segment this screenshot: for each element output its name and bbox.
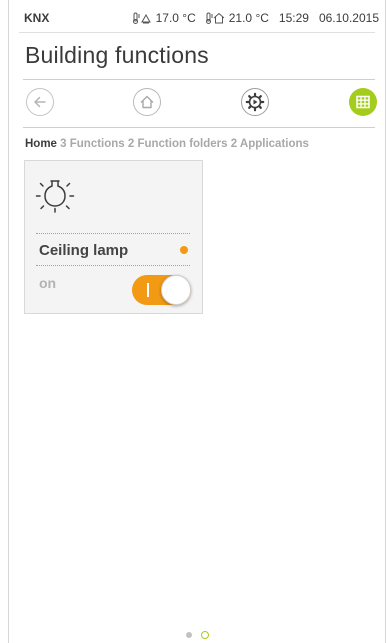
page-indicator (9, 631, 385, 639)
gear-icon (245, 92, 265, 112)
title-divider (23, 79, 375, 80)
indoor-temp-value: 21.0 °C (228, 11, 269, 25)
breadcrumb-summary: 3 Functions 2 Function folders 2 Applica… (56, 138, 309, 150)
card-state-label: on (39, 275, 57, 291)
nav-divider (23, 127, 375, 128)
outdoor-temperature: 17.0 °C (132, 11, 196, 25)
grid-icon (356, 95, 370, 109)
status-info: 17.0 °C 21.0 °C 15:29 06.10.2015 (132, 11, 379, 25)
clock: 15:29 (278, 11, 309, 25)
card-separator (36, 233, 190, 234)
back-button[interactable] (26, 88, 54, 116)
outdoor-thermometer-icon (132, 12, 151, 24)
brand-label: KNX (24, 11, 50, 25)
indoor-thermometer-icon (205, 12, 225, 24)
page-dot-2[interactable] (200, 631, 209, 639)
toggle-on-mark (147, 283, 149, 297)
indoor-temperature: 21.0 °C (205, 11, 269, 25)
home-icon (140, 95, 154, 109)
status-divider (19, 32, 375, 33)
toggle-knob[interactable] (161, 275, 191, 305)
outdoor-temp-value: 17.0 °C (155, 11, 196, 25)
breadcrumb: Home 3 Functions 2 Function folders 2 Ap… (25, 138, 309, 150)
card-title: Ceiling lamp (39, 242, 129, 259)
app-frame: KNX 17.0 °C 21.0 °C 15:29 06.10.2015 Bui… (8, 0, 386, 643)
settings-button[interactable] (241, 88, 269, 116)
date: 06.10.2015 (318, 11, 379, 25)
page-dot-1[interactable] (185, 632, 192, 638)
status-indicator (180, 246, 188, 254)
function-card-ceiling-lamp[interactable]: Ceiling lamp on (24, 160, 203, 314)
breadcrumb-home[interactable]: Home (25, 138, 57, 150)
power-toggle[interactable] (132, 275, 191, 305)
navigation-bar (9, 86, 385, 120)
status-bar: KNX 17.0 °C 21.0 °C 15:29 06.10.2015 (9, 0, 385, 34)
card-separator (36, 265, 190, 266)
grid-view-button[interactable] (349, 88, 377, 116)
arrow-left-icon (34, 96, 46, 108)
home-button[interactable] (133, 88, 161, 116)
lightbulb-icon (35, 180, 75, 213)
page-title: Building functions (25, 42, 209, 68)
